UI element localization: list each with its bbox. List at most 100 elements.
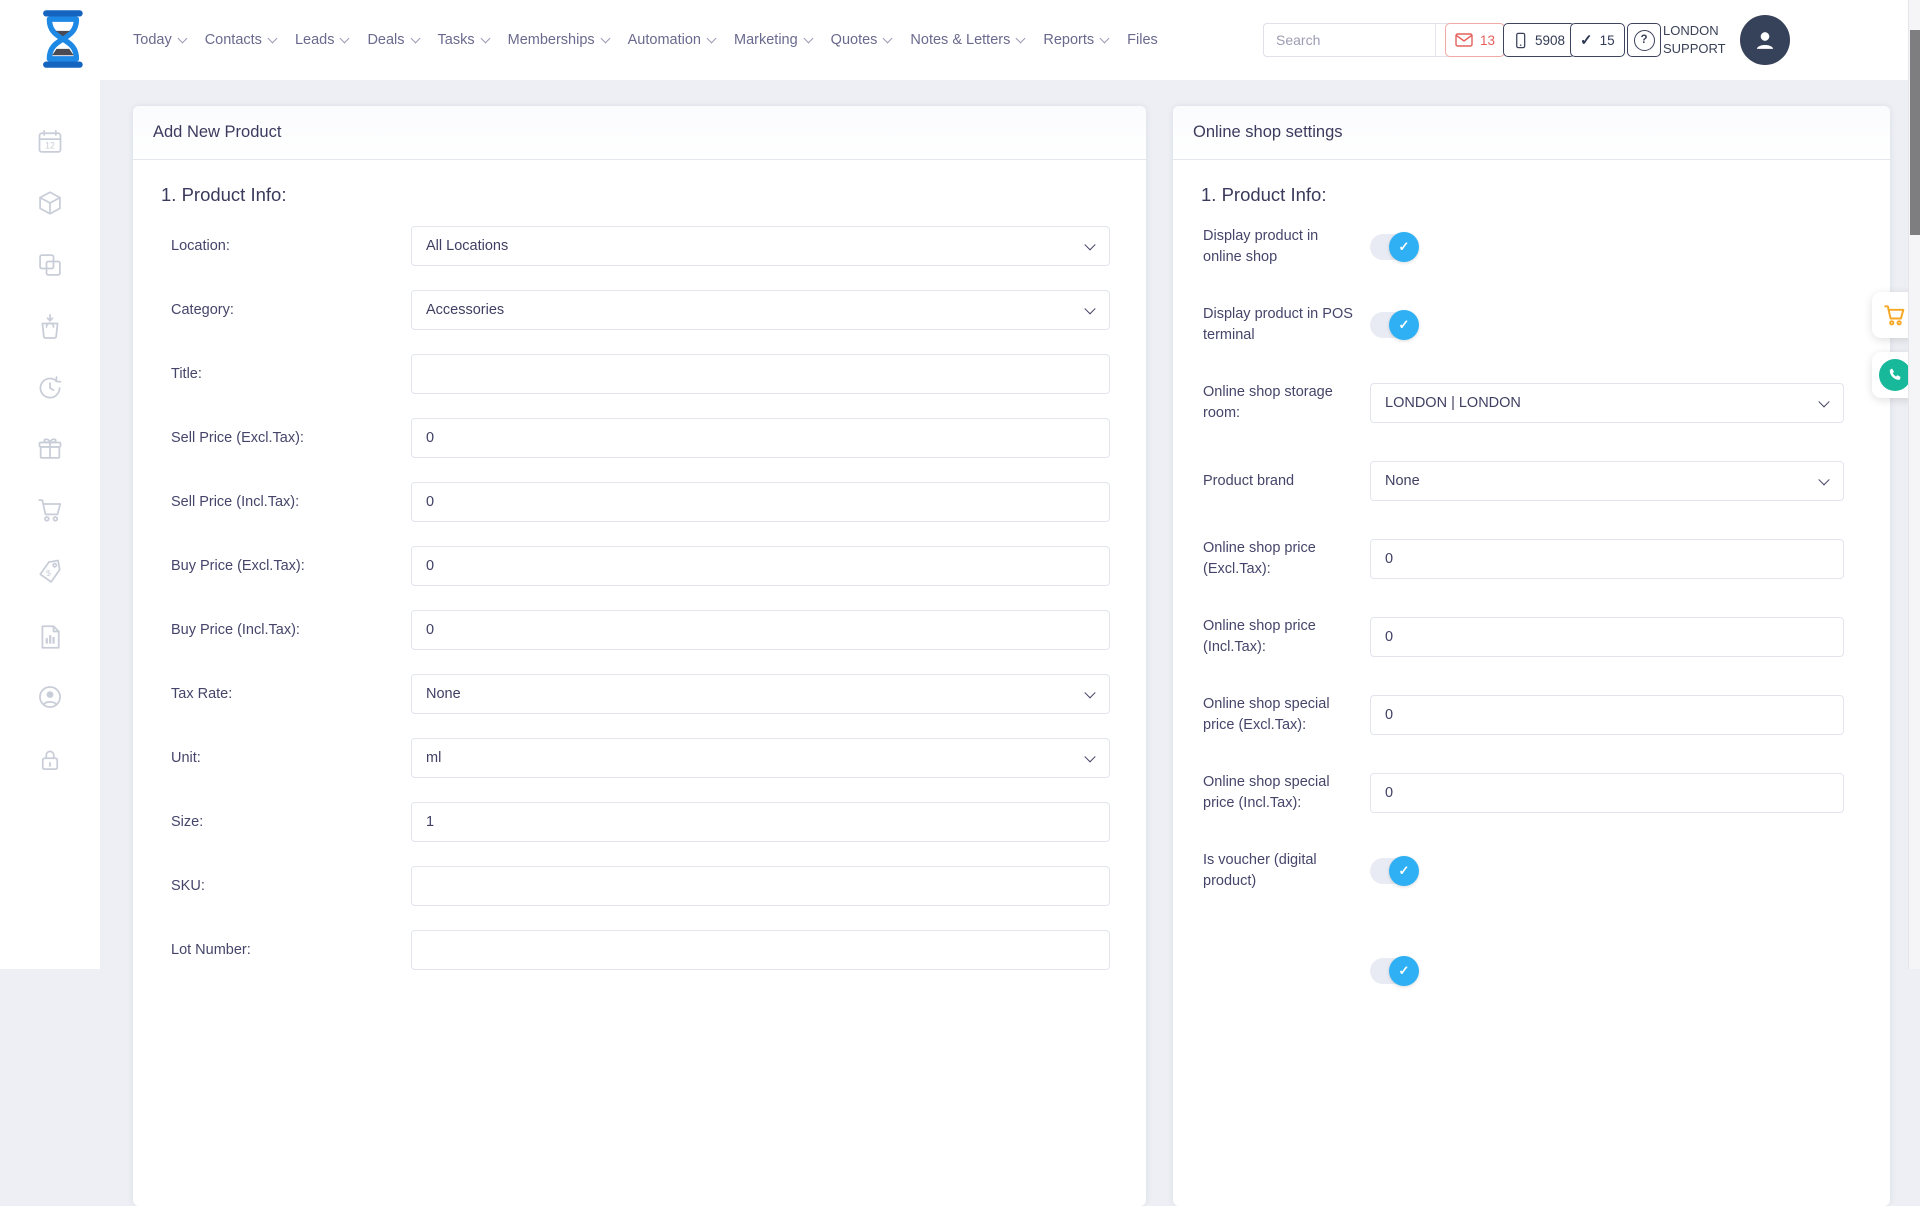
form-row: Product brand None bbox=[1203, 460, 1844, 502]
online-price-incl-input[interactable] bbox=[1370, 617, 1844, 657]
display-pos-terminal-toggle[interactable]: ✓ bbox=[1370, 312, 1416, 338]
toggle-knob: ✓ bbox=[1389, 856, 1419, 886]
scrollbar-thumb[interactable] bbox=[1910, 30, 1920, 235]
user-icon bbox=[1751, 26, 1779, 54]
envelope-icon bbox=[1455, 33, 1473, 47]
shopping-bag-icon[interactable] bbox=[36, 313, 64, 341]
scrollbar-track[interactable] bbox=[1908, 0, 1920, 969]
field-label: Buy Price (Incl.Tax): bbox=[171, 620, 411, 641]
field-label: Display product in POS terminal bbox=[1203, 304, 1370, 346]
form-row: Online shop special price (Incl.Tax): bbox=[1203, 772, 1844, 814]
help-button[interactable]: ? bbox=[1627, 23, 1661, 57]
menu-item-today[interactable]: Today bbox=[133, 32, 186, 48]
search-input[interactable] bbox=[1264, 24, 1435, 56]
check-icon: ✓ bbox=[1399, 963, 1410, 979]
size-input[interactable] bbox=[411, 802, 1110, 842]
buy-price-incl-input[interactable] bbox=[411, 610, 1110, 650]
display-online-shop-toggle[interactable]: ✓ bbox=[1370, 234, 1416, 260]
messages-count: 13 bbox=[1480, 33, 1495, 48]
menu-item-leads[interactable]: Leads bbox=[295, 32, 349, 48]
online-price-excl-input[interactable] bbox=[1370, 539, 1844, 579]
field-label: Product brand bbox=[1203, 471, 1370, 492]
app-logo[interactable] bbox=[35, 8, 89, 70]
location-select[interactable]: All Locations bbox=[411, 226, 1110, 266]
check-icon: ✓ bbox=[1399, 239, 1410, 255]
online-special-price-incl-input[interactable] bbox=[1370, 773, 1844, 813]
chevron-down-icon bbox=[340, 34, 350, 44]
title-input[interactable] bbox=[411, 354, 1110, 394]
unit-select[interactable]: ml bbox=[411, 738, 1110, 778]
history-icon[interactable] bbox=[36, 374, 64, 402]
field-label: Tax Rate: bbox=[171, 684, 411, 705]
menu-item-notes-letters[interactable]: Notes & Letters bbox=[910, 32, 1024, 48]
global-search bbox=[1263, 23, 1475, 57]
form-row: Lot Number: bbox=[171, 930, 1110, 970]
category-select[interactable]: Accessories bbox=[411, 290, 1110, 330]
avatar[interactable] bbox=[1740, 15, 1790, 65]
svg-text:$: $ bbox=[45, 568, 51, 578]
account-icon[interactable] bbox=[36, 683, 64, 711]
form-row: Unit: ml bbox=[171, 738, 1110, 778]
menu-item-quotes[interactable]: Quotes bbox=[831, 32, 892, 48]
price-tag-icon[interactable]: $ bbox=[36, 558, 64, 586]
field-label: Lot Number: bbox=[171, 940, 411, 961]
messages-badge[interactable]: 13 bbox=[1445, 23, 1505, 57]
menu-item-tasks[interactable]: Tasks bbox=[438, 32, 489, 48]
field-label: Online shop special price (Excl.Tax): bbox=[1203, 694, 1370, 736]
field-label: Sell Price (Incl.Tax): bbox=[171, 492, 411, 513]
card-title: Online shop settings bbox=[1173, 106, 1890, 160]
chevron-down-icon bbox=[267, 34, 277, 44]
field-label: Online shop price (Excl.Tax): bbox=[1203, 538, 1370, 580]
is-voucher-toggle[interactable]: ✓ bbox=[1370, 858, 1416, 884]
main-menu: Today Contacts Leads Deals Tasks Members… bbox=[133, 0, 1158, 80]
product-info-form: Location: All Locations Category: Access… bbox=[133, 226, 1146, 970]
menu-item-marketing[interactable]: Marketing bbox=[734, 32, 812, 48]
chevron-down-icon bbox=[1084, 751, 1095, 762]
storage-room-select[interactable]: LONDON | LONDON bbox=[1370, 383, 1844, 423]
form-row: Buy Price (Excl.Tax): bbox=[171, 546, 1110, 586]
lock-icon[interactable] bbox=[36, 746, 64, 774]
menu-item-memberships[interactable]: Memberships bbox=[508, 32, 609, 48]
report-icon[interactable] bbox=[36, 623, 64, 651]
toggle-knob: ✓ bbox=[1389, 232, 1419, 262]
form-row: Is voucher (digital product) ✓ bbox=[1203, 850, 1844, 892]
gift-icon[interactable] bbox=[36, 434, 64, 462]
check-icon: ✓ bbox=[1399, 317, 1410, 333]
menu-item-files[interactable]: Files bbox=[1127, 32, 1158, 48]
add-new-product-card: Add New Product 1. Product Info: Locatio… bbox=[133, 106, 1146, 1206]
question-mark-icon: ? bbox=[1634, 30, 1655, 51]
buy-price-excl-input[interactable] bbox=[411, 546, 1110, 586]
menu-item-automation[interactable]: Automation bbox=[628, 32, 715, 48]
field-label: Buy Price (Excl.Tax): bbox=[171, 556, 411, 577]
sku-input[interactable] bbox=[411, 866, 1110, 906]
next-setting-toggle[interactable]: ✓ bbox=[1370, 958, 1416, 984]
tasks-badge[interactable]: ✓ 15 bbox=[1570, 23, 1625, 57]
online-special-price-excl-input[interactable] bbox=[1370, 695, 1844, 735]
check-icon: ✓ bbox=[1399, 863, 1410, 879]
product-brand-select[interactable]: None bbox=[1370, 461, 1844, 501]
sell-price-excl-input[interactable] bbox=[411, 418, 1110, 458]
calendar-icon[interactable]: 12 bbox=[36, 128, 64, 156]
duplicate-icon[interactable] bbox=[36, 251, 64, 279]
mobile-phone-icon bbox=[1513, 31, 1528, 50]
phone-badge[interactable]: 5908 bbox=[1503, 23, 1575, 57]
tax-rate-select[interactable]: None bbox=[411, 674, 1110, 714]
left-sidebar: 12 $ bbox=[0, 80, 100, 969]
cart-icon bbox=[1882, 302, 1908, 328]
field-label: Size: bbox=[171, 812, 411, 833]
field-label: Unit: bbox=[171, 748, 411, 769]
menu-item-reports[interactable]: Reports bbox=[1043, 32, 1108, 48]
form-row: Online shop price (Excl.Tax): bbox=[1203, 538, 1844, 580]
form-row: Online shop storage room: LONDON | LONDO… bbox=[1203, 382, 1844, 424]
check-icon: ✓ bbox=[1580, 31, 1593, 49]
cart-icon[interactable] bbox=[36, 496, 64, 524]
product-box-icon[interactable] bbox=[36, 189, 64, 217]
menu-item-contacts[interactable]: Contacts bbox=[205, 32, 276, 48]
sell-price-incl-input[interactable] bbox=[411, 482, 1110, 522]
form-row: Size: bbox=[171, 802, 1110, 842]
menu-item-deals[interactable]: Deals bbox=[367, 32, 418, 48]
field-label: Is voucher (digital product) bbox=[1203, 850, 1370, 892]
lot-number-input[interactable] bbox=[411, 930, 1110, 970]
field-label: SKU: bbox=[171, 876, 411, 897]
form-row: Sell Price (Incl.Tax): bbox=[171, 482, 1110, 522]
